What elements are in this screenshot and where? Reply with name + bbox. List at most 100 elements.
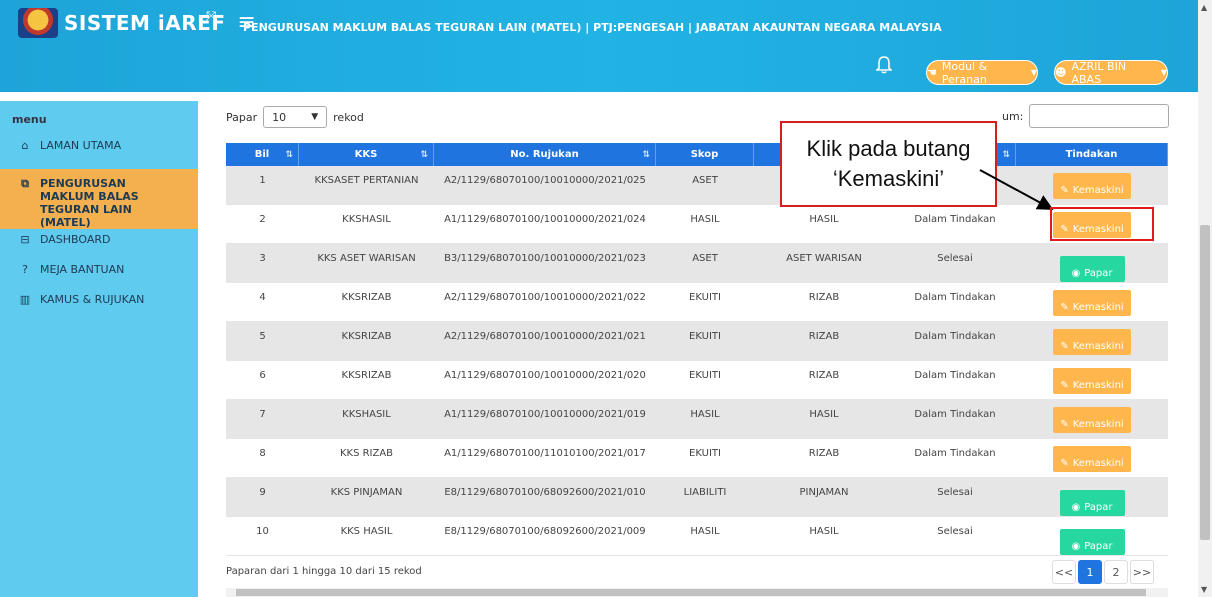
sidebar-item-kamus-rujukan[interactable]: ▥ KAMUS & RUJUKAN	[0, 293, 198, 317]
sort-icon: ⇅	[285, 149, 293, 160]
callout-line-1: Klik pada butang	[806, 136, 971, 161]
papar-button[interactable]: ◉ Papar	[1059, 529, 1125, 555]
cell-bil: 7	[259, 409, 266, 420]
page-length-select[interactable]: 10 ▼	[263, 106, 328, 128]
sidebar-item-meja-bantuan[interactable]: ? MEJA BANTUAN	[0, 263, 198, 287]
cell-bil: 4	[259, 292, 266, 303]
kemaskini-button[interactable]: ✎ Kemaskini	[1053, 407, 1131, 433]
sort-icon: ⇅	[642, 149, 650, 160]
cell-jenis: HASIL	[809, 409, 839, 420]
cell-tindakan: ✎ Kemaskini	[1016, 439, 1168, 477]
button-label: Papar	[1084, 502, 1113, 513]
sidebar-item-laman-utama[interactable]: ⌂ LAMAN UTAMA	[0, 139, 198, 163]
cell-kks: KKSHASIL	[342, 214, 391, 225]
search-label: um:	[1002, 109, 1024, 123]
kemaskini-button[interactable]: ✎ Kemaskini	[1053, 329, 1131, 355]
chevron-down-icon: ▼	[311, 112, 319, 122]
cell-no-rujukan: E8/1129/68070100/68092600/2021/009	[444, 526, 646, 537]
fullscreen-icon[interactable]: ⤧	[206, 9, 216, 24]
modul-peranan-label: Modul & Peranan	[941, 59, 988, 86]
cell-no-rujukan: B3/1129/68070100/10010000/2021/023	[444, 253, 646, 264]
search-input[interactable]	[1029, 104, 1170, 128]
table-row: 5 KKSRIZAB A2/1129/68070100/10010000/2021/…	[226, 322, 1168, 361]
notification-bell-icon[interactable]	[876, 56, 892, 74]
cell-bil: 10	[256, 526, 269, 537]
scrollbar-thumb[interactable]	[1200, 225, 1210, 540]
cell-kks: KKSRIZAB	[341, 292, 392, 303]
user-menu-button[interactable]: ☻ AZRIL BIN ABAS ▼	[1054, 60, 1168, 86]
scrollbar-thumb[interactable]	[236, 589, 1146, 596]
sort-icon: ⇅	[1002, 149, 1010, 160]
cell-tindakan: ✎ Kemaskini	[1016, 283, 1168, 321]
column-header-kks[interactable]: KKS ⇅	[299, 143, 434, 166]
sidebar: menu ⌂ LAMAN UTAMA ⧉ PENGURUSAN MAKLUM B…	[0, 101, 198, 597]
cell-jenis: RIZAB	[808, 448, 840, 459]
cell-jenis: HASIL	[809, 526, 839, 537]
table-row: 4 KKSRIZAB A2/1129/68070100/10010000/2021/…	[226, 283, 1168, 322]
cell-status: Selesai	[937, 487, 973, 498]
book-icon: ▥	[19, 293, 31, 306]
cell-skop: EKUITI	[689, 370, 721, 381]
brand[interactable]: SISTEM iAREF ≡	[18, 6, 256, 40]
sidebar-item-label: PENGURUSAN MAKLUM BALAS TEGURAN LAIN (MA…	[40, 177, 139, 229]
cell-jenis: RIZAB	[808, 292, 840, 303]
help-icon: ?	[22, 263, 28, 276]
papar-button[interactable]: ◉ Papar	[1059, 490, 1125, 516]
sidebar-item-label: LAMAN UTAMA	[40, 139, 122, 152]
eye-icon: ◉	[1071, 541, 1081, 552]
cell-no-rujukan: A1/1129/68070100/10010000/2021/024	[444, 214, 646, 225]
cell-jenis: HASIL	[809, 214, 839, 225]
kemaskini-button[interactable]: ✎ Kemaskini	[1053, 173, 1131, 199]
cell-jenis: RIZAB	[808, 331, 840, 342]
caret-down-icon: ▼	[1160, 68, 1167, 77]
kemaskini-button[interactable]: ✎ Kemaskini	[1053, 290, 1131, 316]
table-row: 10 KKS HASIL E8/1129/68070100/68092600/202…	[226, 517, 1168, 556]
cell-kks: KKSASET PERTANIAN	[314, 175, 419, 186]
eye-icon: ◉	[1071, 268, 1081, 279]
top-header: SISTEM iAREF ≡ ⤧ PENGURUSAN MAKLUM BALAS…	[0, 0, 1198, 92]
cell-bil: 6	[259, 370, 266, 381]
page-length-control: Papar 10 ▼ rekod	[226, 106, 364, 128]
sidebar-item-dashboard[interactable]: ⊟ DASHBOARD	[0, 233, 198, 257]
callout-line-2: ‘Kemaskini’	[832, 166, 945, 191]
cell-tindakan: ◉ Papar	[1016, 244, 1168, 282]
cell-no-rujukan: A2/1129/68070100/10010000/2021/022	[444, 292, 646, 303]
scroll-down-icon[interactable]: ▼	[1201, 585, 1207, 594]
page-first-button[interactable]: <<	[1052, 560, 1076, 584]
table-info: Paparan dari 1 hingga 10 dari 15 rekod	[226, 566, 422, 577]
column-header-skop[interactable]: Skop	[656, 143, 754, 166]
cell-tindakan: ◉ Papar	[1016, 478, 1168, 516]
page-2-button[interactable]: 2	[1104, 560, 1128, 584]
vertical-scrollbar[interactable]: ▲ ▼	[1198, 0, 1212, 597]
cell-status: Selesai	[937, 526, 973, 537]
cell-kks: KKSRIZAB	[341, 370, 392, 381]
cell-skop: LIABILITI	[683, 487, 727, 498]
page-last-button[interactable]: >>	[1130, 560, 1154, 584]
button-label: Kemaskini	[1072, 341, 1124, 352]
kemaskini-button[interactable]: ✎ Kemaskini	[1053, 446, 1131, 472]
page-1-button[interactable]: 1	[1078, 560, 1102, 584]
cell-tindakan: ✎ Kemaskini	[1016, 400, 1168, 438]
horizontal-scrollbar[interactable]	[226, 588, 1168, 597]
cell-jenis: ASET WARISAN	[786, 253, 862, 264]
column-header-tindakan[interactable]: Tindakan	[1016, 143, 1168, 166]
scroll-up-icon[interactable]: ▲	[1201, 3, 1207, 12]
column-header-bil[interactable]: Bil ⇅	[226, 143, 299, 166]
page-length-value: 10	[272, 110, 287, 124]
modul-peranan-button[interactable]: ☚ Modul & Peranan ▼	[926, 59, 1038, 86]
menu-label: menu	[12, 113, 47, 126]
cell-status: Selesai	[937, 253, 973, 264]
papar-button[interactable]: ◉ Papar	[1059, 256, 1125, 282]
cell-status: Dalam Tindakan	[914, 292, 996, 303]
pagination: << 1 2 >>	[1052, 560, 1154, 584]
sidebar-item-matel[interactable]: ⧉ PENGURUSAN MAKLUM BALAS TEGURAN LAIN (…	[0, 169, 198, 229]
table-row: 8 KKS RIZAB A1/1129/68070100/11010100/2021…	[226, 439, 1168, 478]
caret-down-icon: ▼	[1030, 68, 1037, 77]
cell-kks: KKSRIZAB	[341, 331, 392, 342]
button-label: Kemaskini	[1072, 458, 1124, 469]
cell-kks: KKS HASIL	[340, 526, 393, 537]
kemaskini-button[interactable]: ✎ Kemaskini	[1053, 368, 1131, 394]
sort-icon: ⇅	[420, 149, 428, 160]
column-header-no-rujukan[interactable]: No. Rujukan ⇅	[434, 143, 656, 166]
table-body: 1 KKSASET PERTANIAN A2/1129/68070100/10010…	[226, 166, 1168, 556]
